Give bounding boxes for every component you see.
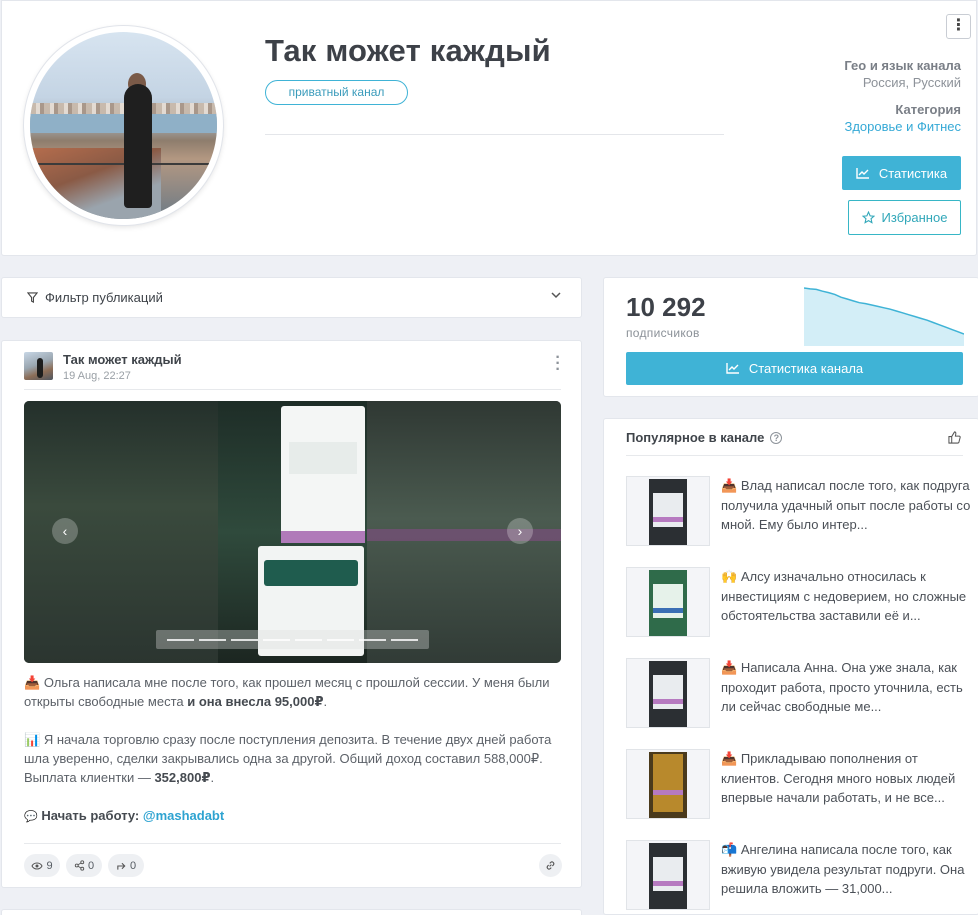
shares-count: 0 [87,859,95,872]
popular-item-emoji-icon: 📥 [721,478,741,493]
inbox-emoji-icon: 📥 [24,675,41,690]
popular-item-text[interactable]: 📥 Влад написал после того, как подруга п… [721,476,971,535]
channel-header: Так может каждый приватный канал ⋮ Гео и… [1,0,977,256]
next-post-card [1,909,582,915]
copy-link-button[interactable] [539,854,562,877]
share-icon [74,860,85,871]
page-title: Так может каждый [265,33,551,68]
channel-statistics-label: Статистика канала [748,361,864,376]
chart-line-icon [726,363,739,374]
popular-item[interactable]: 📬 Ангелина написала после того, как вжив… [626,840,971,912]
popular-item-label: Влад написал после того, как подруга пол… [721,478,971,532]
mention-link[interactable]: @mashadabt [143,808,224,823]
post-author-avatar [24,352,53,380]
link-icon [546,861,555,870]
popular-posts-card: Популярное в канале ? 📥 Влад написал пос… [603,418,978,915]
popular-divider [626,455,963,456]
forwards-chip[interactable]: 0 [108,854,144,877]
channel-avatar [24,26,223,225]
popular-item[interactable]: 📥 Прикладываю пополнения от клиентов. Се… [626,749,971,821]
popular-title: Популярное в канале ? [626,430,783,445]
popular-item[interactable]: 🙌 Алсу изначально относилась к инвестици… [626,567,971,639]
popular-item[interactable]: 📥 Написала Анна. Она уже знала, как прох… [626,658,971,730]
popular-item-emoji-icon: 📥 [721,751,741,766]
popular-item-label: Алсу изначально относилась к инвестициям… [721,569,967,623]
filter-label: Фильтр публикаций [45,290,163,305]
publications-filter[interactable]: Фильтр публикаций [1,277,582,318]
post-card: Так может каждый 19 Aug, 22:27 · · · ‹ › 📥… [1,340,582,888]
views-count: 9 [46,859,53,872]
chart-line-icon [856,167,869,179]
favorite-button-label: Избранное [881,210,948,225]
post-footer-divider [24,843,561,844]
chart-emoji-icon: 📊 [24,732,41,747]
carousel-next-button[interactable]: › [507,518,533,544]
popular-item-thumbnail[interactable] [626,476,710,546]
post-date: 19 Aug, 22:27 [63,370,131,382]
geo-label: Гео и язык канала [844,58,961,73]
shares-chip[interactable]: 0 [66,854,102,877]
header-divider [265,134,724,135]
carousel-prev-button[interactable]: ‹ [52,518,78,544]
popular-item[interactable]: 📥 Влад написал после того, как подруга п… [626,476,971,548]
media-screenshot [218,401,367,663]
speech-bubble-emoji-icon: 💬 [24,811,38,823]
category-label: Категория [895,102,961,117]
chevron-down-icon[interactable] [551,290,561,302]
statistics-button[interactable]: Статистика [842,156,961,190]
carousel-indicators[interactable] [156,630,429,649]
popular-item-label: Прикладываю пополнения от клиентов. Сего… [721,751,956,805]
favorite-button[interactable]: Избранное [848,200,961,235]
subscribers-sparkline [804,287,964,346]
post-media-carousel[interactable]: ‹ › [24,401,561,663]
private-channel-badge: приватный канал [265,80,408,105]
popular-item-thumbnail[interactable] [626,840,710,910]
subscribers-card: 10 292 подписчиков Статистика канала [603,277,978,397]
popular-item-text[interactable]: 🙌 Алсу изначально относилась к инвестици… [721,567,971,626]
post-menu-icon[interactable]: · · · [555,350,561,378]
forward-icon [117,862,126,870]
star-icon [861,211,875,224]
popular-item-label: Написала Анна. Она уже знала, как проход… [721,660,963,714]
post-divider [24,389,561,390]
subscribers-label: подписчиков [626,326,700,340]
filter-icon [27,292,38,303]
post-body: 📥 Ольга написала мне после того, как про… [24,673,564,846]
statistics-button-label: Статистика [878,165,948,181]
popular-item-text[interactable]: 📥 Прикладываю пополнения от клиентов. Се… [721,749,971,808]
channel-statistics-button[interactable]: Статистика канала [626,352,963,385]
popular-item-emoji-icon: 📥 [721,660,741,675]
category-link[interactable]: Здоровье и Фитнес [844,119,961,134]
geo-value: Россия, Русский [862,75,961,90]
forwards-count: 0 [129,859,137,872]
popular-item-emoji-icon: 📬 [721,842,741,857]
geo-language-block: Гео и язык канала Россия, Русский [844,58,961,90]
popular-item-label: Ангелина написала после того, как вживую… [721,842,965,896]
popular-item-emoji-icon: 🙌 [721,569,741,584]
post-paragraph: 📊 Я начала торговлю сразу после поступле… [24,732,552,785]
popular-item-text[interactable]: 📥 Написала Анна. Она уже знала, как прох… [721,658,971,717]
popular-item-thumbnail[interactable] [626,749,710,819]
thumbs-up-icon[interactable] [948,431,961,447]
post-author-name[interactable]: Так может каждый [63,352,182,367]
more-options-button[interactable]: ⋮ [946,14,971,39]
sparkline-area [804,288,964,346]
eye-icon [31,862,43,869]
category-block: Категория Здоровье и Фитнес [844,102,961,134]
popular-item-text[interactable]: 📬 Ангелина написала после того, как вжив… [721,840,971,899]
subscribers-count: 10 292 [626,292,706,322]
help-icon[interactable]: ? [770,431,783,444]
views-chip: 9 [24,854,60,877]
post-paragraph: 💬 Начать работу: @mashadabt [24,808,225,823]
popular-item-thumbnail[interactable] [626,658,710,728]
popular-item-thumbnail[interactable] [626,567,710,637]
post-paragraph: 📥 Ольга написала мне после того, как про… [24,675,550,709]
